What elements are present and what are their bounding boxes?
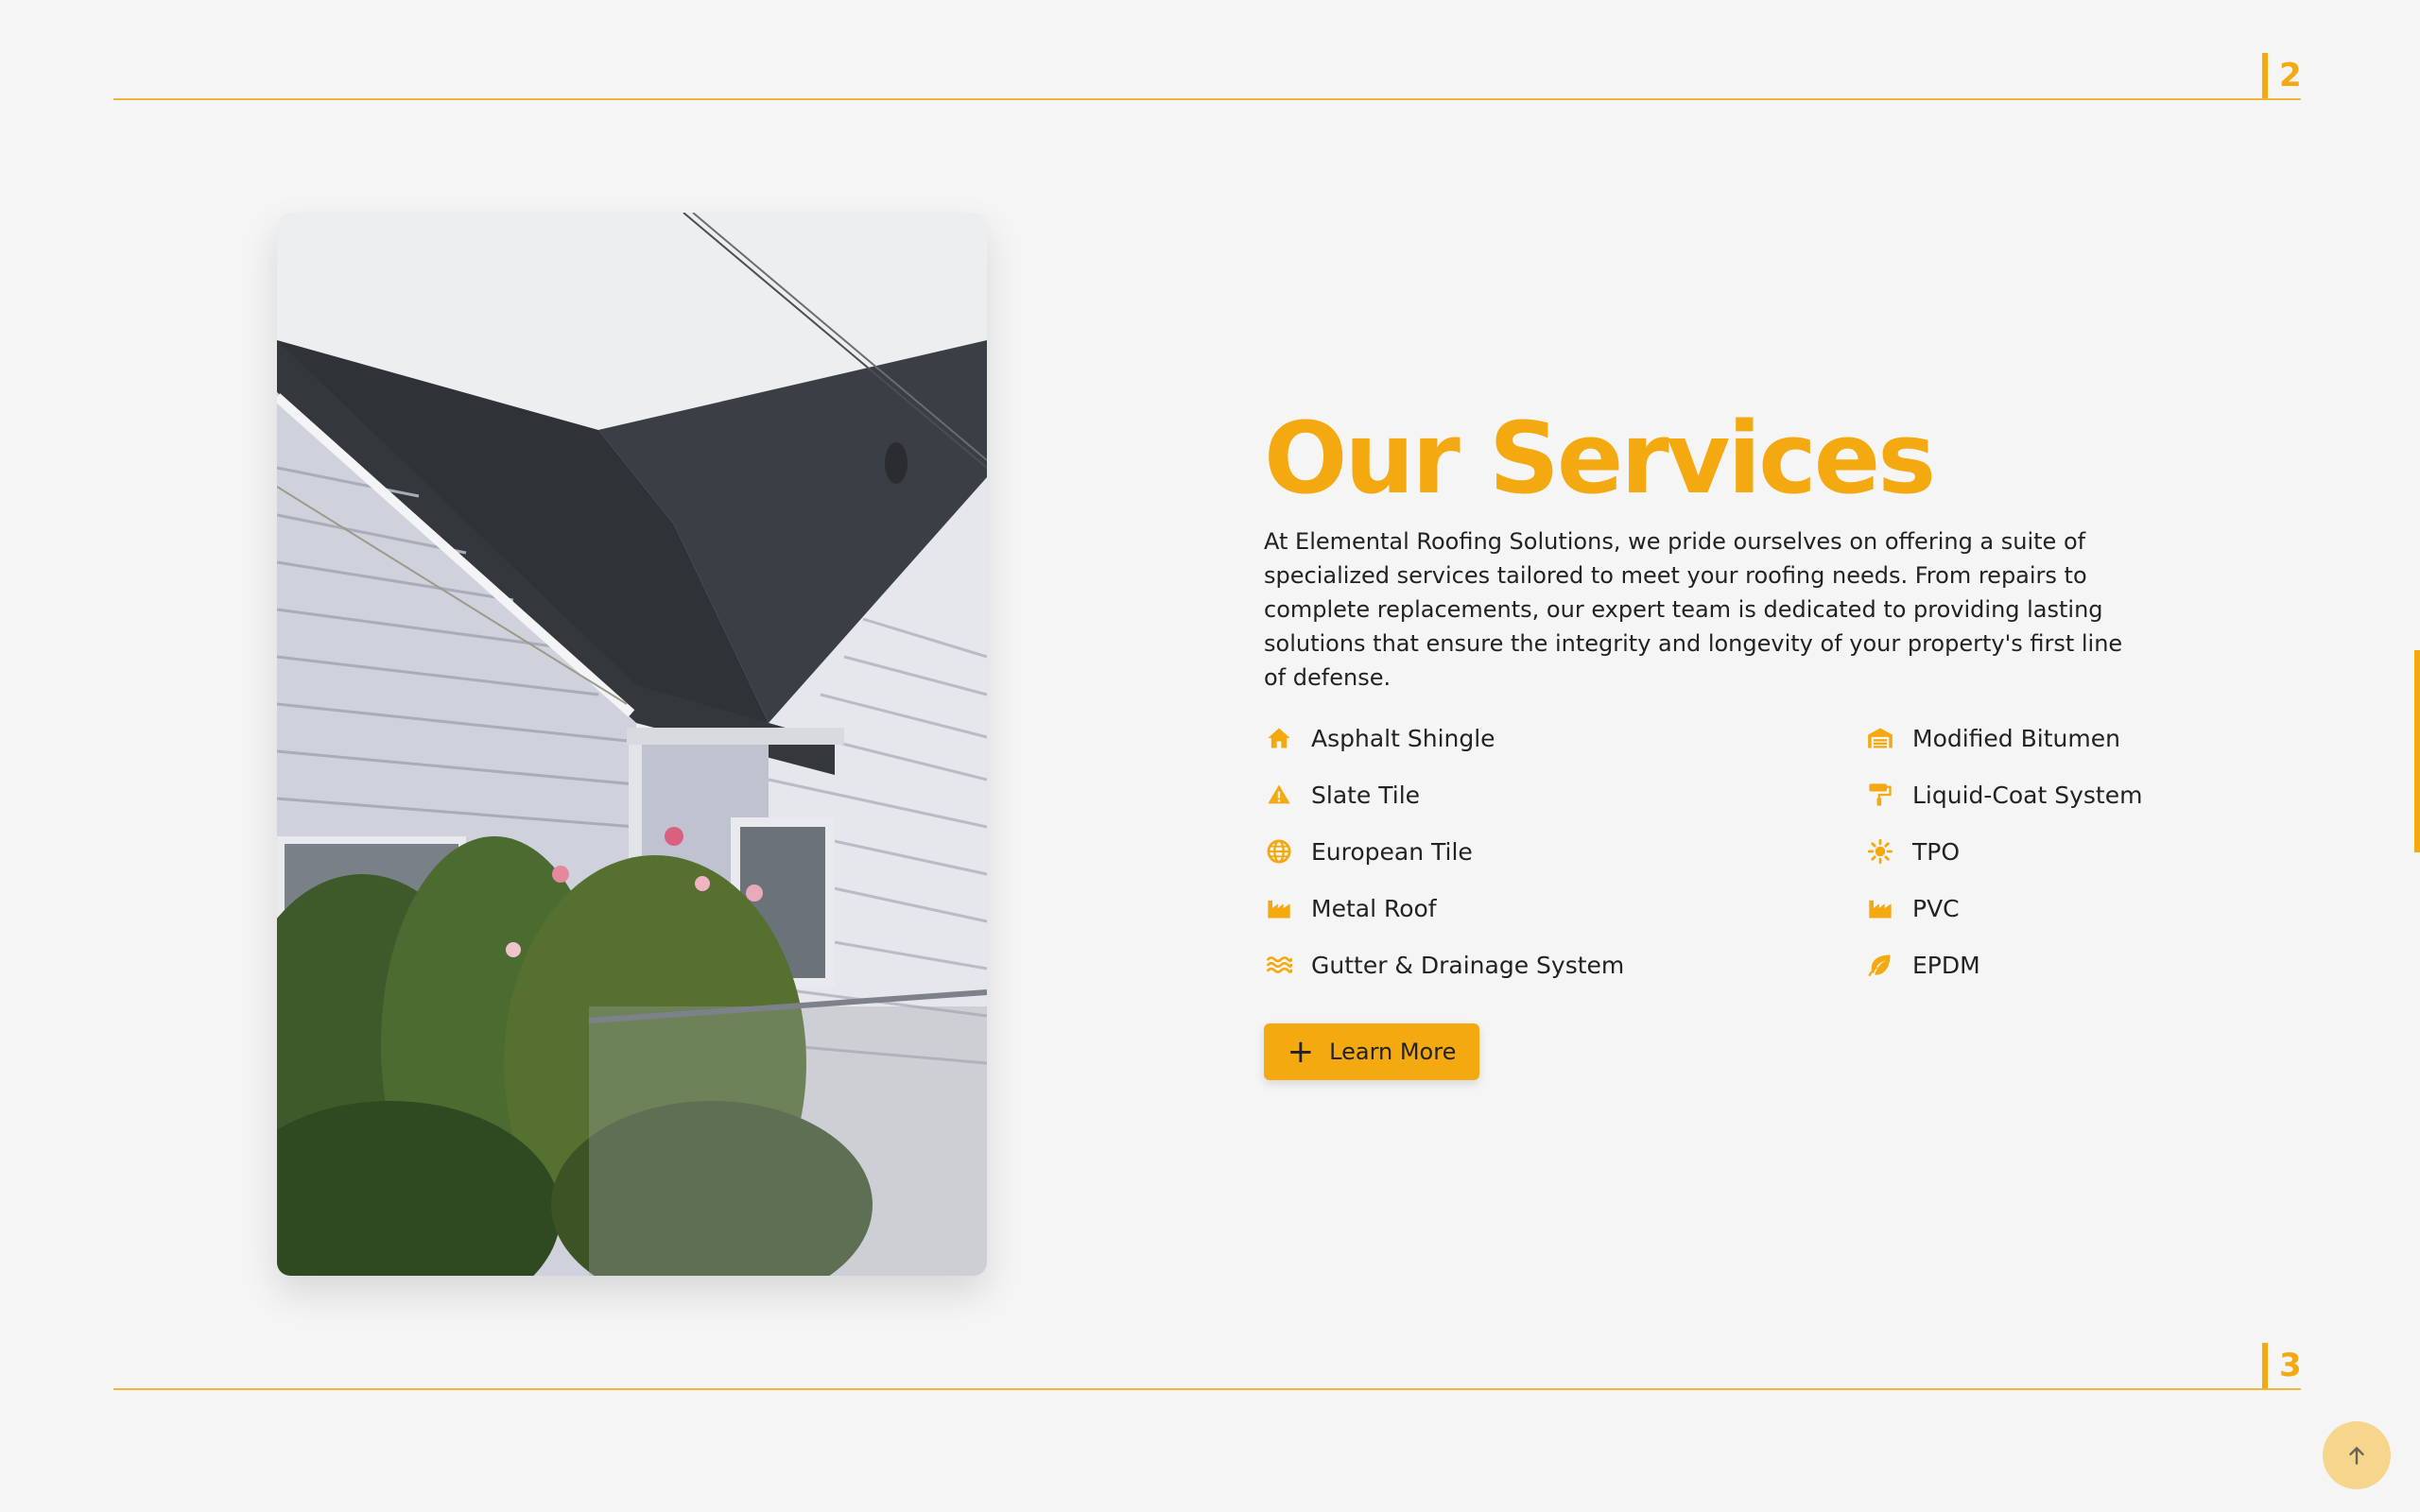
factory-icon: [1865, 893, 1895, 923]
factory-icon: [1264, 893, 1294, 923]
services-content: Our Services At Elemental Roofing Soluti…: [1264, 401, 2152, 1080]
service-label: Modified Bitumen: [1912, 724, 2120, 752]
page-title: Our Services: [1264, 401, 1936, 516]
paint-roller-icon: [1865, 780, 1895, 810]
services-page: 2 Our Services At Elemental Roofing Solu…: [0, 0, 2420, 1512]
service-item-slate-tile: Slate Tile: [1264, 776, 1420, 814]
service-item-pvc: PVC: [1865, 889, 1960, 927]
service-label: Liquid-Coat System: [1912, 781, 2143, 809]
globe-icon: [1264, 836, 1294, 867]
warning-triangle-icon: [1264, 780, 1294, 810]
service-label: TPO: [1912, 837, 1961, 866]
section-divider-bottom: [113, 1388, 2301, 1390]
plus-icon: +: [1287, 1033, 1315, 1071]
service-label: Slate Tile: [1311, 781, 1421, 809]
learn-more-button[interactable]: + Learn More: [1264, 1023, 1479, 1080]
warehouse-icon: [1865, 723, 1895, 753]
service-item-european-tile: European Tile: [1264, 833, 1473, 870]
leaf-icon: [1865, 950, 1895, 980]
service-label: EPDM: [1912, 951, 1980, 979]
service-item-asphalt-shingle: Asphalt Shingle: [1264, 719, 1495, 757]
service-item-epdm: EPDM: [1865, 946, 1980, 984]
service-label: Asphalt Shingle: [1311, 724, 1495, 752]
service-item-gutter-drainage: Gutter & Drainage System: [1264, 946, 1624, 984]
water-waves-icon: [1264, 950, 1294, 980]
service-item-modified-bitumen: Modified Bitumen: [1865, 719, 2120, 757]
service-label: European Tile: [1311, 837, 1473, 866]
arrow-up-icon: [2344, 1443, 2369, 1468]
house-icon: [1264, 723, 1294, 753]
service-label: Gutter & Drainage System: [1311, 951, 1625, 979]
scroll-to-top-button[interactable]: [2323, 1421, 2391, 1489]
section-number-bottom: 3: [2262, 1343, 2302, 1388]
service-item-liquid-coat: Liquid-Coat System: [1865, 776, 2142, 814]
scrollbar-thumb[interactable]: [2414, 650, 2420, 852]
section-number-top: 2: [2262, 53, 2302, 98]
service-label: Metal Roof: [1311, 894, 1437, 922]
service-label: PVC: [1912, 894, 1960, 922]
sun-icon: [1865, 836, 1895, 867]
services-description: At Elemental Roofing Solutions, we pride…: [1264, 528, 2123, 691]
house-roof-photo: [277, 213, 987, 1276]
section-divider-top: [113, 98, 2301, 100]
service-item-metal-roof: Metal Roof: [1264, 889, 1437, 927]
learn-more-label: Learn More: [1329, 1039, 1457, 1065]
service-item-tpo: TPO: [1865, 833, 1960, 870]
